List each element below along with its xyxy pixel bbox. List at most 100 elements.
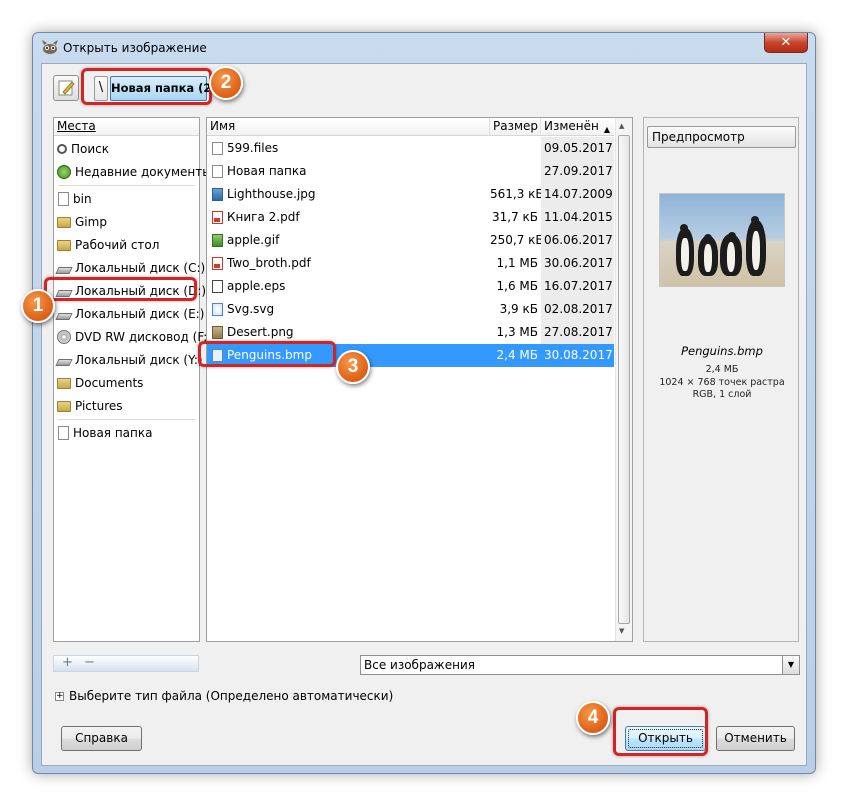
scroll-down-icon[interactable]: ▼ [619,627,624,635]
file-size: 250,7 кБ [490,233,544,247]
title-bar[interactable]: Открыть изображение ✕ [33,33,815,63]
drive-icon [55,312,73,320]
file-row[interactable]: Two_broth.pdf 1,1 МБ 30.06.2017 [207,252,614,275]
highlight-penguins-file [198,341,336,367]
place-label: Локальный диск (E:) [75,307,205,321]
folder-icon [57,216,71,228]
folder-icon [57,377,71,389]
step-badge-3: 3 [336,350,370,384]
chevron-down-icon[interactable]: ▼ [782,656,799,674]
place-drive-y[interactable]: Локальный диск (Y:) [55,350,203,370]
svg-file-icon [212,303,223,316]
highlight-open-button [613,707,708,756]
place-label: Pictures [75,399,123,413]
preview-thumbnail [659,193,785,287]
open-image-dialog: Открыть изображение ✕ \ Новая папка (2) … [32,32,816,774]
place-documents[interactable]: Documents [57,373,143,393]
close-button[interactable]: ✕ [764,33,808,53]
file-size: 561,3 кБ [490,187,544,201]
step-badge-2: 2 [209,66,243,100]
file-filter-value: Все изображения [364,658,475,672]
place-gimp[interactable]: Gimp [57,212,107,232]
gimp-icon [42,40,58,54]
file-size [490,137,538,160]
file-row[interactable]: apple.gif 250,7 кБ 06.06.2017 [207,229,614,252]
place-pictures[interactable]: Pictures [57,396,123,416]
place-new-folder[interactable]: Новая папка [57,423,152,443]
scrollbar-thumb[interactable] [618,135,630,624]
file-size: 1,6 МБ [496,279,538,293]
pencil-icon [58,80,75,96]
place-recent-documents[interactable]: Недавние документы [57,162,212,182]
file-row[interactable]: Svg.svg 3,9 кБ 02.08.2017 [207,298,614,321]
dialog-body: \ Новая папка (2) Места Поиск Недавние д… [41,63,807,766]
file-list-panel: Имя Размер Изменён ▲ 599.files 09.05.2017 … [206,117,633,642]
folder-icon [57,400,71,412]
type-location-button[interactable] [53,75,79,101]
file-size: 3,9 кБ [499,302,538,316]
file-date: 02.08.2017 [541,298,614,321]
folder-icon [58,426,69,440]
file-name: apple.gif [227,233,280,247]
file-size: 2,4 МБ [496,348,538,362]
cancel-button[interactable]: Отменить [716,726,795,751]
column-date-label: Изменён [544,119,599,133]
file-type-label: Выберите тип файла (Определено автоматич… [69,689,394,703]
file-name: 599.files [227,141,279,155]
scroll-up-icon[interactable]: ▲ [619,122,624,130]
place-label: Рабочий стол [75,238,160,252]
place-label: Локальный диск (C:) [75,261,206,275]
place-label: Поиск [71,142,110,156]
file-date: 27.08.2017 [541,321,614,344]
file-row[interactable]: Книга 2.pdf 31,7 кБ 11.04.2015 [207,206,614,229]
image-file-icon [212,234,223,247]
place-label: Локальный диск (Y:) [75,353,203,367]
expand-icon[interactable]: + [55,691,64,701]
highlight-path-folder [81,68,212,105]
place-drive-c[interactable]: Локальный диск (C:) [55,258,206,278]
file-type-expander[interactable]: + Выберите тип файла (Определено автомат… [55,689,393,703]
place-desktop[interactable]: Рабочий стол [57,235,159,255]
file-name: Two_broth.pdf [227,256,311,270]
place-search[interactable]: Поиск [57,139,109,159]
remove-bookmark-icon[interactable]: − [84,655,95,670]
file-row[interactable]: Lighthouse.jpg 561,3 кБ 14.07.2009 [207,183,614,206]
dvd-icon [57,330,71,344]
file-name: apple.eps [227,279,286,293]
place-label: DVD RW дисковод (F:) [75,330,213,344]
step-badge-4: 4 [576,701,610,735]
image-file-icon [212,326,223,339]
place-dvd-f[interactable]: DVD RW дисковод (F:) [57,327,212,347]
place-label: Недавние документы [75,165,212,179]
places-panel: Места Поиск Недавние документы bin Gimp … [53,117,212,642]
file-size [490,160,538,183]
file-date: 30.06.2017 [541,252,614,275]
pdf-file-icon [212,211,223,224]
file-row[interactable]: Новая папка 27.09.2017 [207,160,614,183]
file-row[interactable]: 599.files 09.05.2017 [207,137,614,160]
file-row[interactable]: apple.eps 1,6 МБ 16.07.2017 [207,275,614,298]
file-filter-select[interactable]: Все изображения ▼ [360,655,800,675]
folder-icon [57,239,71,251]
folder-icon [212,165,223,178]
file-size: 31,7 кБ [491,210,538,224]
add-bookmark-icon[interactable]: + [62,655,73,670]
place-drive-e[interactable]: Локальный диск (E:) [55,304,205,324]
help-button[interactable]: Справка [61,726,142,751]
place-label: bin [73,192,92,206]
folder-icon [58,192,69,206]
places-header[interactable]: Места [54,118,199,136]
file-date: 11.04.2015 [541,206,614,229]
column-size-header[interactable]: Размер [490,118,541,136]
file-list-scrollbar[interactable]: ▲ ▼ [615,118,632,641]
preview-color-mode: RGB, 1 слой [692,389,752,400]
search-icon [57,144,67,154]
preview-button[interactable]: Предпросмотр [647,126,796,148]
drive-icon [55,358,73,366]
column-date-header[interactable]: Изменён ▲ [541,118,614,136]
place-label: Documents [75,376,144,390]
places-separator [58,419,195,420]
place-bin[interactable]: bin [57,189,92,209]
column-name-header[interactable]: Имя [207,118,490,136]
preview-file-size: 2,4 МБ [705,364,739,375]
